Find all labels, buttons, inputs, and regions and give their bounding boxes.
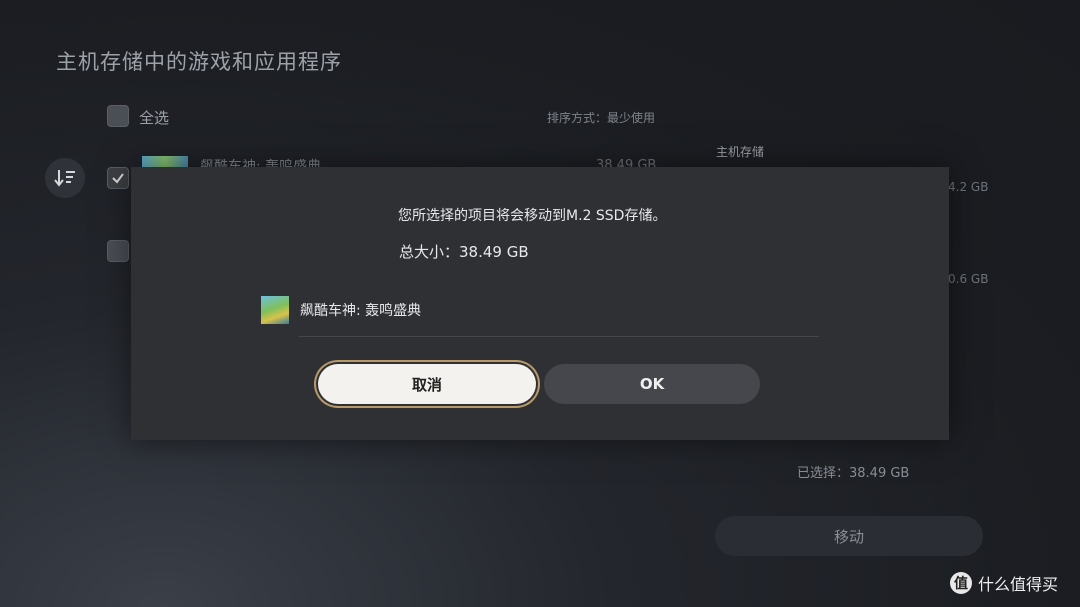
row-side-size: 4.2 GB [948,180,989,194]
watermark-logo: 值 [950,572,972,594]
row-checkbox-2[interactable] [107,240,129,262]
dialog-item-title: 飙酷车神: 轰鸣盛典 [300,303,422,319]
selected-total: 已选择：38.49 GB [797,466,910,481]
item-thumbnail [261,296,289,324]
row-checkbox-1[interactable] [107,167,129,189]
sort-label[interactable]: 排序方式：最少使用 [547,109,655,126]
dialog-divider [299,336,819,337]
page-title: 主机存储中的游戏和应用程序 [56,50,342,74]
check-icon [112,173,124,184]
dialog-total-size: 总大小：38.49 GB [399,243,529,261]
dialog-message: 您所选择的项目将会移动到M.2 SSD存储。 [398,208,667,224]
row-side-size-2: 0.6 GB [948,272,989,286]
watermark-text: 什么值得买 [978,575,1059,594]
sort-icon [54,170,75,187]
storage-label: 主机存储 [716,145,765,159]
watermark: 值 什么值得买 [950,571,1058,595]
sort-button[interactable] [45,158,85,198]
select-all-label: 全选 [139,109,170,127]
select-all-checkbox[interactable] [107,105,129,127]
cancel-button[interactable]: 取消 [318,364,536,404]
move-button[interactable]: 移动 [715,516,983,556]
ok-button[interactable]: OK [544,364,760,404]
